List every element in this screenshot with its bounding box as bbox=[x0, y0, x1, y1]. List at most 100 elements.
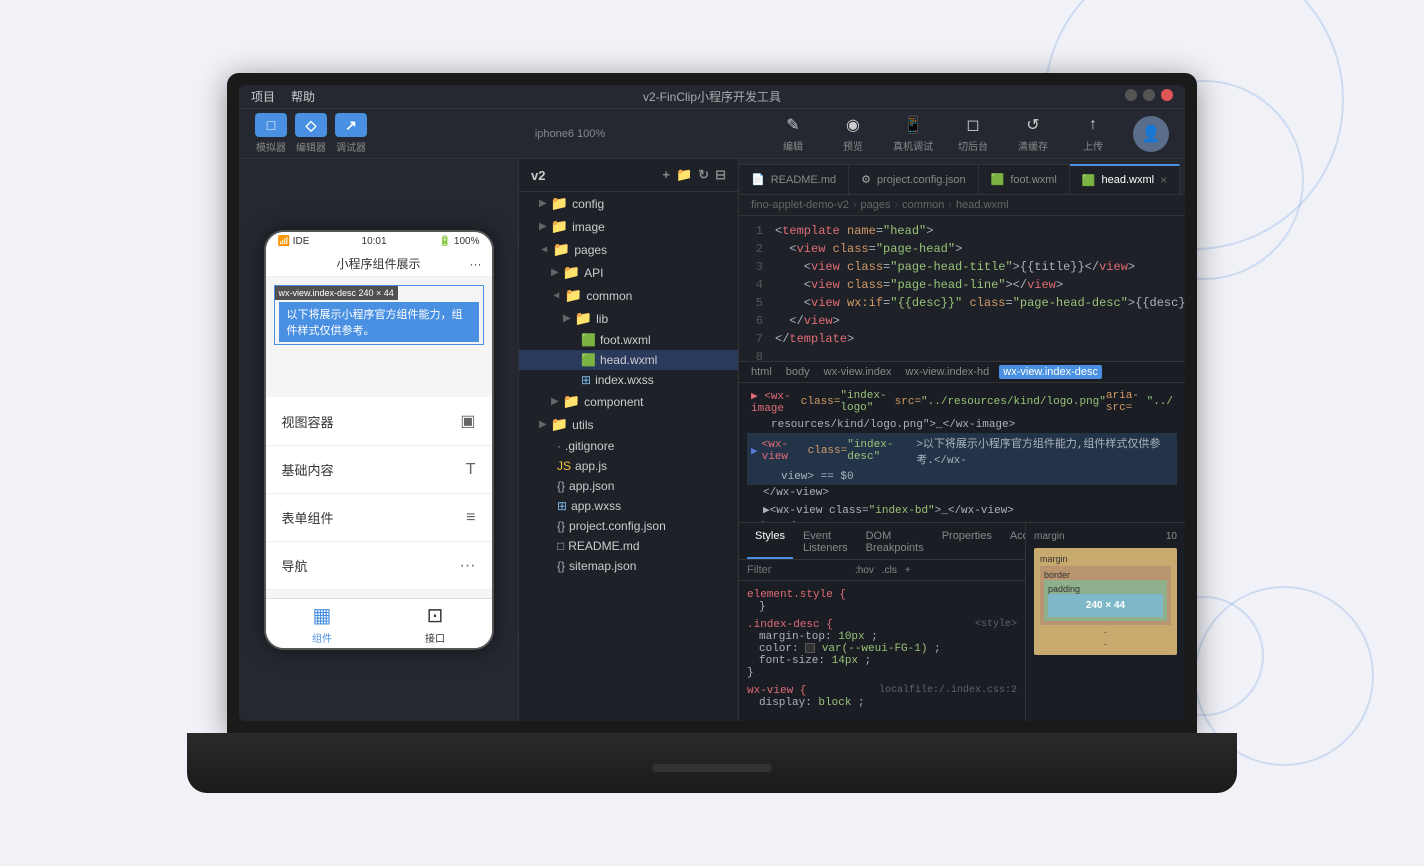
menu-item-help[interactable]: 帮助 bbox=[291, 88, 315, 105]
phone-nav-api[interactable]: ⊡ 接口 bbox=[379, 599, 492, 648]
element-style-close: } bbox=[747, 601, 1017, 613]
tree-folder-config[interactable]: ▶ 📁 config bbox=[519, 192, 738, 215]
toolbar-btn-debugger[interactable]: ↗ 调试器 bbox=[335, 113, 367, 154]
box-model-title: margin 10 bbox=[1034, 531, 1177, 542]
tree-file-appjson[interactable]: {} app.json bbox=[519, 476, 738, 496]
list-item-basic-content[interactable]: 基础内容 T bbox=[266, 446, 492, 494]
close-btn[interactable] bbox=[1161, 89, 1173, 101]
phone-menu-icon[interactable]: ··· bbox=[469, 257, 481, 271]
tab-foot-label: foot.wxml bbox=[1010, 174, 1056, 186]
styles-filter-input[interactable] bbox=[747, 564, 847, 576]
tree-folder-image[interactable]: ▶ 📁 image bbox=[519, 215, 738, 238]
action-clear-cache[interactable]: ↺ 清缓存 bbox=[1013, 114, 1053, 153]
styles-filter-bar: :hov .cls + bbox=[739, 560, 1025, 581]
code-line-2: 2 <view class="page-head"> bbox=[739, 242, 1185, 260]
tab-head-icon: 🟩 bbox=[1082, 174, 1096, 187]
prop-name: font-size: bbox=[759, 655, 832, 667]
background-label: 切后台 bbox=[958, 138, 988, 153]
breadcrumb-sep-0: › bbox=[853, 199, 857, 211]
list-item-icon-0: ▣ bbox=[460, 411, 475, 431]
action-preview[interactable]: ◉ 预览 bbox=[833, 114, 873, 153]
toolbar-btn-editor[interactable]: ◇ 编辑器 bbox=[295, 113, 327, 154]
color-swatch bbox=[805, 643, 815, 653]
collapse-icon[interactable]: ⊟ bbox=[715, 167, 726, 183]
tree-file-readme[interactable]: □ README.md bbox=[519, 536, 738, 556]
list-item-nav[interactable]: 导航 ··· bbox=[266, 542, 492, 590]
code-line-4: 4 <view class="page-head-line"></view> bbox=[739, 278, 1185, 296]
accessibility-tab[interactable]: Accessibility bbox=[1002, 527, 1025, 559]
file-icon: □ bbox=[557, 539, 564, 553]
device-debug-label: 真机调试 bbox=[893, 138, 933, 153]
list-item-label-0: 视图容器 bbox=[282, 412, 334, 431]
tree-file-head-wxml[interactable]: 🟩 head.wxml bbox=[519, 350, 738, 370]
maximize-btn[interactable] bbox=[1143, 89, 1155, 101]
prop-val: block bbox=[818, 697, 851, 709]
tree-file-foot-wxml[interactable]: 🟩 foot.wxml bbox=[519, 330, 738, 350]
styles-tab[interactable]: Styles bbox=[747, 527, 793, 559]
action-background[interactable]: ◻ 切后台 bbox=[953, 114, 993, 153]
tree-folder-pages[interactable]: ▼ 📁 pages bbox=[519, 238, 738, 261]
prop-font-size: font-size: 14px ; bbox=[747, 655, 1017, 667]
user-avatar[interactable]: 👤 bbox=[1133, 116, 1169, 152]
prop-display: display: block ; bbox=[747, 697, 1017, 709]
tree-folder-utils[interactable]: ▶ 📁 utils bbox=[519, 413, 738, 436]
code-area[interactable]: 1 <template name="head"> 2 <view class="… bbox=[739, 216, 1185, 361]
new-folder-icon[interactable]: 📁 bbox=[676, 167, 692, 183]
folder-icon: 📁 bbox=[575, 310, 592, 327]
dom-breakpoints-tab[interactable]: DOM Breakpoints bbox=[858, 527, 932, 559]
tab-close-icon[interactable]: × bbox=[1160, 173, 1167, 187]
action-edit[interactable]: ✎ 编辑 bbox=[773, 114, 813, 153]
box-margin-label: margin bbox=[1034, 531, 1065, 542]
dt-bc-index[interactable]: wx-view.index bbox=[820, 365, 896, 379]
tree-folder-common[interactable]: ▼ 📁 common bbox=[519, 284, 738, 307]
tree-folder-api[interactable]: ▶ 📁 API bbox=[519, 261, 738, 284]
minimize-btn[interactable] bbox=[1125, 89, 1137, 101]
refresh-icon[interactable]: ↻ bbox=[698, 167, 709, 183]
dt-bc-index-hd[interactable]: wx-view.index-hd bbox=[902, 365, 994, 379]
editor-panel: 📄 README.md ⚙ project.config.json 🟩 foot… bbox=[739, 159, 1185, 721]
tab-project-config[interactable]: ⚙ project.config.json bbox=[849, 164, 979, 194]
menu-item-project[interactable]: 项目 bbox=[251, 88, 275, 105]
dt-bc-body[interactable]: body bbox=[782, 365, 814, 379]
json-icon: {} bbox=[557, 519, 565, 533]
tree-file-gitignore[interactable]: · .gitignore bbox=[519, 436, 738, 456]
edit-label: 编辑 bbox=[783, 138, 803, 153]
breadcrumb: fino-applet-demo-v2 › pages › common › h… bbox=[739, 195, 1185, 216]
dt-bc-index-desc[interactable]: wx-view.index-desc bbox=[999, 365, 1102, 379]
list-item-form[interactable]: 表单组件 ≡ bbox=[266, 494, 492, 542]
tab-head-wxml[interactable]: 🟩 head.wxml × bbox=[1070, 164, 1180, 194]
tree-file-projectconfig[interactable]: {} project.config.json bbox=[519, 516, 738, 536]
tab-readme[interactable]: 📄 README.md bbox=[739, 164, 849, 194]
tab-foot-wxml[interactable]: 🟩 foot.wxml bbox=[979, 164, 1070, 194]
upload-label: 上传 bbox=[1083, 138, 1103, 153]
tree-file-index-wxss[interactable]: ⊞ index.wxss bbox=[519, 370, 738, 390]
html-line-4: </wx-view> bbox=[747, 485, 1177, 501]
new-file-icon[interactable]: + bbox=[662, 167, 670, 183]
action-device-debug[interactable]: 📱 真机调试 bbox=[893, 114, 933, 153]
nav-components-icon: ▦ bbox=[313, 603, 332, 628]
prop-name: margin-top: bbox=[759, 631, 838, 643]
tree-folder-lib[interactable]: ▶ 📁 lib bbox=[519, 307, 738, 330]
phone-nav-components[interactable]: ▦ 组件 bbox=[266, 599, 379, 648]
phone-list-items: 视图容器 ▣ 基础内容 T 表单组件 bbox=[266, 397, 492, 590]
list-item-icon-2: ≡ bbox=[466, 509, 475, 527]
line-num-2: 2 bbox=[739, 242, 775, 260]
prop-val: var(--weui-FG-1) bbox=[822, 643, 928, 655]
list-item-label-1: 基础内容 bbox=[282, 460, 334, 479]
tree-folder-component[interactable]: ▶ 📁 component bbox=[519, 390, 738, 413]
cls-filter: .cls bbox=[882, 565, 897, 576]
action-upload[interactable]: ↑ 上传 bbox=[1073, 114, 1113, 153]
breadcrumb-sep-2: › bbox=[948, 199, 952, 211]
list-item-view-container[interactable]: 视图容器 ▣ bbox=[266, 397, 492, 446]
toolbar-btn-simulator[interactable]: □ 模拟器 bbox=[255, 113, 287, 154]
file-appwxss-label: app.wxss bbox=[571, 499, 621, 513]
properties-tab[interactable]: Properties bbox=[934, 527, 1000, 559]
tree-file-appjs[interactable]: JS app.js bbox=[519, 456, 738, 476]
tab-more[interactable]: ··· bbox=[1180, 176, 1185, 194]
tab-head-label: head.wxml bbox=[1102, 174, 1155, 186]
event-listeners-tab[interactable]: Event Listeners bbox=[795, 527, 856, 559]
dt-bc-html[interactable]: html bbox=[747, 365, 776, 379]
tree-file-appwxss[interactable]: ⊞ app.wxss bbox=[519, 496, 738, 516]
plus-filter: + bbox=[905, 565, 911, 576]
tree-file-sitemap[interactable]: {} sitemap.json bbox=[519, 556, 738, 576]
